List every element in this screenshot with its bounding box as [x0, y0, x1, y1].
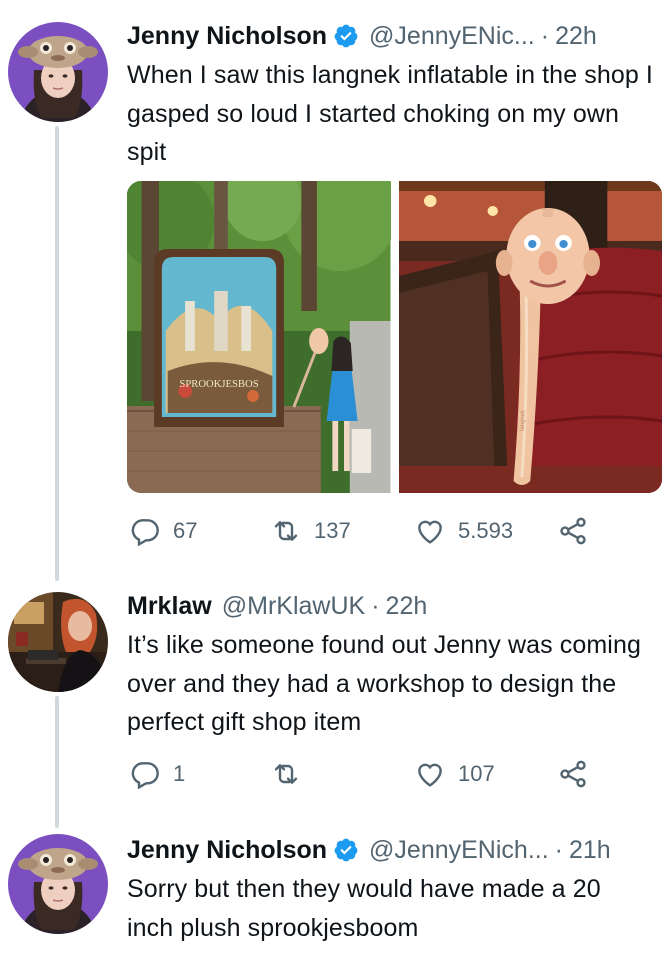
- share-icon: [560, 760, 586, 788]
- share-icon: [560, 517, 586, 545]
- tweet-text: When I saw this langnek inflatable in th…: [127, 61, 653, 166]
- retweet-icon: [274, 764, 298, 784]
- park-photo-image: SPROOKJESBOS: [127, 181, 391, 493]
- like-icon: [418, 763, 442, 787]
- tweet-text: It’s like someone found out Jenny was co…: [127, 631, 641, 736]
- toy-label: langnek: [518, 409, 526, 431]
- retweet-icon: [274, 521, 298, 541]
- user-handle[interactable]: @JennyENic...: [369, 21, 535, 51]
- tweet-text: Sorry but then they would have made a 20…: [127, 875, 601, 942]
- reply-count: 1: [173, 761, 186, 786]
- display-name[interactable]: Mrklaw: [127, 591, 212, 621]
- reply-button[interactable]: 1: [129, 754, 185, 794]
- media-photo-park-sign[interactable]: SPROOKJESBOS: [127, 181, 391, 493]
- like-count: 107: [458, 761, 495, 786]
- avatar-image: [8, 22, 108, 122]
- tweet-actions: 1 107: [127, 754, 662, 794]
- timestamp[interactable]: 22h: [386, 591, 428, 621]
- timestamp[interactable]: 22h: [555, 21, 597, 51]
- retweet-button[interactable]: 137: [270, 511, 351, 551]
- separator-dot: ·: [540, 22, 550, 50]
- display-name[interactable]: Jenny Nicholson: [127, 835, 327, 865]
- separator-dot: ·: [371, 592, 380, 620]
- tweet-header: Jenny Nicholson @JennyENich... · 21h: [127, 834, 654, 866]
- tweet-actions: 67 137 5.593: [127, 511, 662, 551]
- avatar[interactable]: [8, 22, 108, 122]
- reply-button[interactable]: 67: [129, 511, 197, 551]
- retweet-button[interactable]: [270, 754, 314, 794]
- share-button[interactable]: [557, 754, 589, 794]
- like-icon: [418, 520, 442, 544]
- avatar[interactable]: [8, 834, 108, 934]
- like-button[interactable]: 107: [414, 754, 495, 794]
- like-count: 5.593: [458, 518, 514, 543]
- tweet-header: Jenny Nicholson @JennyENic... · 22h: [127, 20, 654, 52]
- media-grid: SPROOKJESBOS langnek: [127, 181, 662, 493]
- tweet[interactable]: Mrklaw @MrKlawUK · 22h It’s like someone…: [0, 580, 662, 820]
- sign-lettering: SPROOKJESBOS: [179, 378, 258, 390]
- display-name[interactable]: Jenny Nicholson: [127, 21, 327, 51]
- verified-badge-icon: [334, 24, 358, 48]
- conversation-thread: Jenny Nicholson @JennyENic... · 22h When…: [0, 0, 662, 963]
- user-handle[interactable]: @JennyENich...: [369, 835, 549, 865]
- timestamp[interactable]: 21h: [569, 835, 611, 865]
- avatar[interactable]: [8, 592, 108, 692]
- reply-icon: [131, 762, 159, 790]
- reply-icon: [131, 519, 159, 547]
- like-button[interactable]: 5.593: [414, 511, 513, 551]
- tweet[interactable]: Jenny Nicholson @JennyENic... · 22h When…: [0, 0, 662, 580]
- reply-count: 67: [173, 518, 198, 543]
- avatar-image: [8, 592, 108, 692]
- separator-dot: ·: [554, 836, 563, 864]
- tweet-header: Mrklaw @MrKlawUK · 22h: [127, 590, 654, 622]
- share-button[interactable]: [557, 511, 589, 551]
- inflatable-photo-image: langnek: [398, 181, 662, 493]
- retweet-count: 137: [314, 518, 351, 543]
- avatar-image: [8, 834, 108, 934]
- media-photo-inflatable[interactable]: langnek: [398, 181, 662, 493]
- tweet[interactable]: Jenny Nicholson @JennyENich... · 21h Sor…: [0, 820, 662, 963]
- verified-badge-icon: [334, 838, 358, 862]
- user-handle[interactable]: @MrKlawUK: [222, 591, 365, 621]
